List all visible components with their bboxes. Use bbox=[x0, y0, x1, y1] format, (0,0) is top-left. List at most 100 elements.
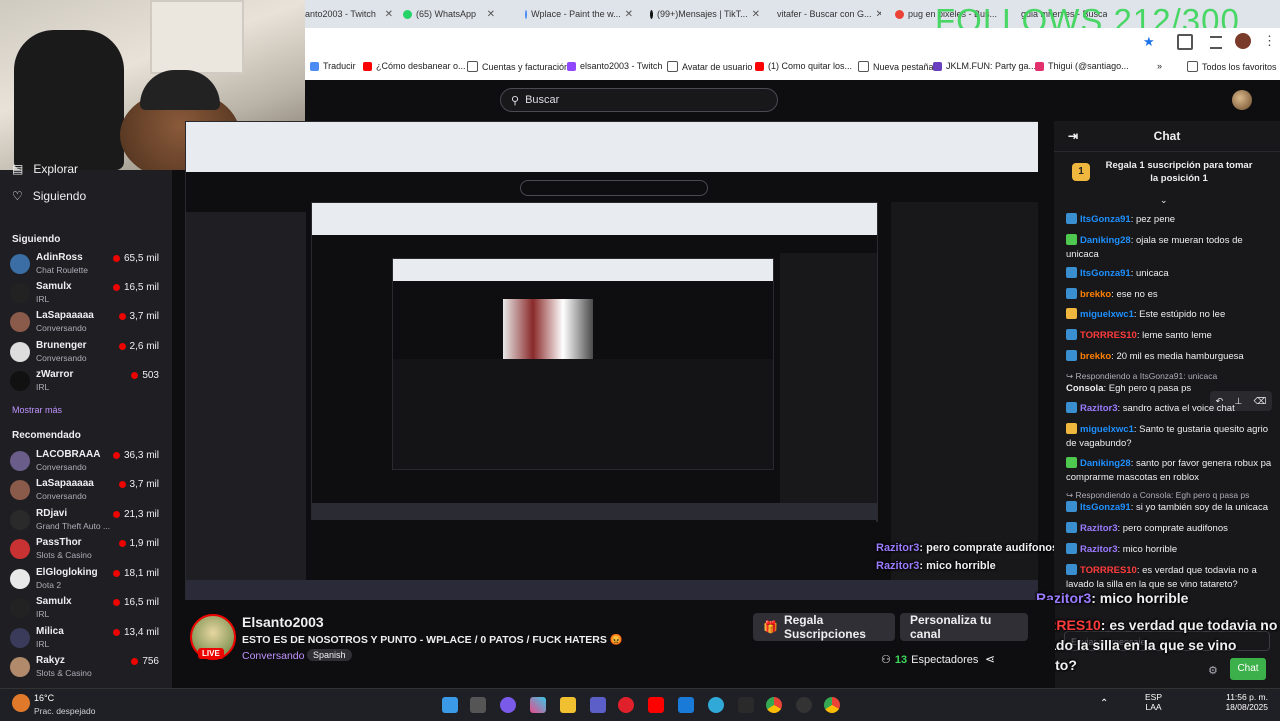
tag-spanish[interactable]: Spanish bbox=[307, 649, 352, 661]
edge-icon[interactable] bbox=[708, 697, 724, 713]
star-icon[interactable]: ★ bbox=[1143, 34, 1155, 50]
video-player[interactable] bbox=[185, 121, 1038, 600]
store-icon[interactable] bbox=[738, 697, 754, 713]
left-sidebar: ▤ Explorar ♡ Siguiendo Siguiendo AdinRoss C… bbox=[0, 162, 172, 688]
search-input[interactable]: ⚲ Buscar bbox=[500, 88, 778, 112]
chat-overlay-message: TORRRES10: es verdad que todavia no a la… bbox=[1017, 617, 1278, 673]
extensions-icon[interactable] bbox=[1177, 34, 1193, 50]
chat-app-icon[interactable] bbox=[500, 697, 516, 713]
chevron-down-icon[interactable]: ⌄ bbox=[1160, 195, 1168, 206]
menu-icon[interactable]: ⋮ bbox=[1263, 33, 1276, 49]
nav-following[interactable]: ♡ Siguiendo bbox=[12, 189, 86, 203]
close-icon[interactable]: ✕ bbox=[752, 9, 760, 20]
share-icon[interactable]: ⋖ bbox=[985, 652, 995, 666]
badge-icon bbox=[1066, 501, 1077, 512]
chrome-profile-icon[interactable] bbox=[824, 697, 840, 713]
avatar bbox=[10, 371, 30, 391]
file-explorer-icon[interactable] bbox=[560, 697, 576, 713]
gift-subs-button[interactable]: 🎁 Regala Suscripciones bbox=[753, 613, 895, 641]
gift-sub-banner[interactable]: 1 Regala 1 suscripción para tomar la pos… bbox=[1064, 159, 1274, 189]
bookmark-instagram[interactable]: Thigui (@santiago... bbox=[1035, 61, 1129, 71]
teams-icon[interactable] bbox=[590, 697, 606, 713]
opera-icon[interactable] bbox=[618, 697, 634, 713]
weather-temp: 16°C bbox=[34, 693, 55, 703]
bookmark-como-quitar[interactable]: (1) Como quitar los... bbox=[755, 61, 852, 71]
bookmark-cuentas[interactable]: Cuentas y facturación bbox=[467, 61, 569, 72]
tab-twitch[interactable]: anto2003 - Twitch ✕ bbox=[305, 4, 393, 24]
nav-explore[interactable]: ▤ Explorar bbox=[12, 162, 78, 176]
bookmark-desbanear[interactable]: ¿Cómo desbanear o... bbox=[363, 61, 466, 71]
nested-capture-1 bbox=[185, 121, 1038, 600]
translate-icon bbox=[310, 61, 319, 71]
youtube-app-icon[interactable] bbox=[648, 697, 664, 713]
chat-message: miguelxwc1: Santo te gustaria quesito ag… bbox=[1066, 423, 1269, 449]
sidebar-channel-samulx[interactable]: Samulx IRL 16,5 mil bbox=[10, 281, 165, 309]
badge-icon bbox=[1066, 234, 1077, 245]
badge-icon bbox=[1066, 213, 1077, 224]
stream-category[interactable]: Conversando bbox=[242, 650, 304, 662]
badge-icon bbox=[1066, 350, 1077, 361]
close-icon[interactable]: ✕ bbox=[385, 9, 393, 20]
chrome-icon[interactable] bbox=[766, 697, 782, 713]
bookmark-nueva-pestana[interactable]: Nueva pestaña bbox=[858, 61, 934, 72]
bookmark-traducir[interactable]: Traducir bbox=[310, 61, 356, 71]
viewers-icon: ⚇ bbox=[881, 654, 891, 666]
badge-icon bbox=[1066, 423, 1077, 434]
reply-context: ↪ Respondiendo a ItsGonza91: unicaca bbox=[1066, 371, 1218, 381]
language-indicator[interactable]: ESP LAA bbox=[1145, 692, 1162, 712]
sidebar-channel-milica[interactable]: Milica IRL 13,4 mil bbox=[10, 626, 165, 654]
live-dot-icon bbox=[112, 284, 120, 291]
twitch-top-bar bbox=[305, 80, 1280, 120]
close-icon[interactable]: ✕ bbox=[876, 9, 881, 20]
sidebar-channel-passthor[interactable]: PassThor Slots & Casino 1,9 mil bbox=[10, 537, 165, 565]
reply-context: ↪ Respondiendo a Consola: Egh pero q pas… bbox=[1066, 490, 1250, 500]
clock[interactable]: 11:56 p. m. 18/08/2025 bbox=[1210, 692, 1268, 712]
badge-icon bbox=[1066, 329, 1077, 340]
sidebar-channel-rdjavi[interactable]: RDjavi Grand Theft Auto ... 21,3 mil bbox=[10, 508, 165, 536]
close-icon[interactable]: ✕ bbox=[487, 9, 495, 20]
twitch-icon bbox=[567, 61, 576, 71]
collapse-icon[interactable]: ⇥ bbox=[1068, 129, 1078, 143]
sidebar-channel-elglogloking[interactable]: ElGlogloking Dota 2 18,1 mil bbox=[10, 567, 165, 595]
sidebar-channel-lacobraaa[interactable]: LACOBRAAA Conversando 36,3 mil bbox=[10, 449, 165, 477]
weather-condition: Prac. despejado bbox=[34, 706, 96, 716]
bookmark-all-favorites[interactable]: Todos los favoritos bbox=[1187, 61, 1277, 72]
profile-avatar[interactable] bbox=[1235, 33, 1251, 49]
sidebar-channel-brunenger[interactable]: Brunenger Conversando 2,6 mil bbox=[10, 340, 165, 368]
sidebar-channel-lasapaaaaa[interactable]: LaSapaaaaa Conversando 3,7 mil bbox=[10, 310, 165, 338]
bookmark-avatar[interactable]: Avatar de usuario bbox=[667, 61, 752, 72]
task-view-icon[interactable] bbox=[470, 697, 486, 713]
sidebar-channel-zwarror[interactable]: zWarror IRL 503 bbox=[10, 369, 165, 397]
close-icon[interactable]: ✕ bbox=[625, 9, 633, 20]
bookmark-twitch[interactable]: elsanto2003 - Twitch bbox=[567, 61, 662, 71]
user-avatar[interactable] bbox=[1232, 90, 1252, 110]
channel-name[interactable]: Elsanto2003 bbox=[242, 614, 324, 630]
search-icon: ⚲ bbox=[511, 94, 520, 107]
chat-message: brekko: 20 mil es media hamburguesa bbox=[1066, 350, 1274, 364]
mail-icon[interactable] bbox=[678, 697, 694, 713]
chevron-right-icon[interactable]: » bbox=[1157, 61, 1162, 71]
bookmark-jklm[interactable]: JKLM.FUN: Party ga... bbox=[933, 61, 1036, 71]
start-icon[interactable] bbox=[442, 697, 458, 713]
tab-tiktok[interactable]: (99+)Mensajes | TikT... ✕ bbox=[650, 4, 760, 24]
obs-icon[interactable] bbox=[796, 697, 812, 713]
chat-message: ItsGonza91: pez pene bbox=[1066, 213, 1274, 227]
show-more-link[interactable]: Mostrar más bbox=[12, 405, 62, 415]
copilot-icon[interactable] bbox=[530, 697, 546, 713]
player-overlay-message: Razitor3: mico horrible bbox=[876, 560, 996, 572]
tab-google-vitafer[interactable]: vitafer - Buscar con G... ✕ bbox=[773, 4, 881, 24]
chevron-up-icon[interactable]: ⌃ bbox=[1100, 698, 1108, 709]
sidebar-channel-samulx-rec[interactable]: Samulx IRL 16,5 mil bbox=[10, 596, 165, 624]
live-dot-icon bbox=[112, 452, 120, 459]
gift-icon: 🎁 bbox=[763, 620, 778, 634]
tab-wplace[interactable]: Wplace - Paint the w... ✕ bbox=[525, 4, 633, 24]
sidebar-channel-lasapaaaaa-rec[interactable]: LaSapaaaaa Conversando 3,7 mil bbox=[10, 478, 165, 506]
tab-whatsapp[interactable]: (65) WhatsApp ✕ bbox=[403, 4, 495, 24]
sidebar-channel-adinross[interactable]: AdinRoss Chat Roulette 65,5 mil bbox=[10, 252, 165, 280]
jklm-icon bbox=[933, 61, 942, 71]
explore-icon: ▤ bbox=[12, 162, 24, 176]
customize-channel-button[interactable]: Personaliza tu canal bbox=[900, 613, 1028, 641]
sidebar-channel-rakyz[interactable]: Rakyz Slots & Casino 756 bbox=[10, 655, 165, 683]
recommended-header: Recomendado bbox=[12, 430, 81, 441]
media-icon[interactable] bbox=[1210, 36, 1222, 49]
